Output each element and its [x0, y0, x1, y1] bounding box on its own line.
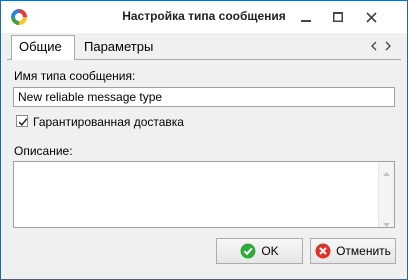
cancel-button[interactable]: Отменить: [310, 238, 396, 264]
tab-strip: Общие Параметры: [7, 34, 401, 60]
title-bar[interactable]: Настройка типа сообщения: [1, 1, 407, 33]
check-circle-icon: [240, 243, 256, 259]
message-type-name-input[interactable]: [13, 87, 395, 107]
dialog-footer: OK Отменить: [1, 233, 407, 279]
guaranteed-delivery-label[interactable]: Гарантированная доставка: [33, 115, 184, 129]
description-textarea[interactable]: [13, 161, 395, 228]
ok-label: OK: [261, 244, 279, 258]
maximize-button[interactable]: [325, 6, 351, 28]
checkmark-icon: [18, 118, 28, 126]
triangle-left-icon[interactable]: [369, 40, 379, 52]
scroll-up-icon[interactable]: [383, 166, 390, 176]
description-label: Описание:: [14, 144, 73, 158]
minimize-button[interactable]: [293, 6, 319, 28]
cancel-circle-icon: [315, 243, 331, 259]
close-icon: [365, 11, 377, 23]
tab-parameters[interactable]: Параметры: [77, 37, 160, 58]
triangle-right-icon[interactable]: [383, 40, 393, 52]
minimize-icon: [301, 12, 311, 22]
scroll-down-icon[interactable]: [383, 217, 390, 227]
cancel-label: Отменить: [336, 244, 391, 258]
maximize-icon: [333, 12, 343, 22]
ok-button[interactable]: OK: [216, 238, 303, 264]
description-scrollbar[interactable]: [378, 162, 394, 227]
message-type-name-label: Имя типа сообщения:: [14, 69, 136, 83]
tab-general[interactable]: Общие: [11, 35, 75, 60]
close-button[interactable]: [358, 6, 384, 28]
dialog-window: Настройка типа сообщения Общие Параметры: [0, 0, 408, 280]
guaranteed-delivery-checkbox[interactable]: [16, 115, 28, 127]
